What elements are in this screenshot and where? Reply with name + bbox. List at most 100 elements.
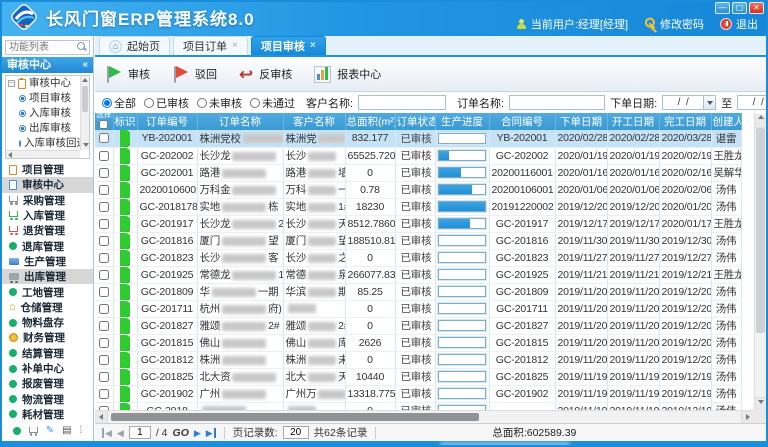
radio-3[interactable]: 未通过 — [250, 95, 295, 111]
logout-button[interactable]: 退出 — [720, 16, 758, 32]
radio-input[interactable] — [102, 98, 112, 108]
column-header-10[interactable]: 开工日期 — [607, 113, 659, 130]
row-checkbox[interactable] — [99, 253, 109, 263]
row-checkbox[interactable] — [99, 236, 109, 246]
radio-input[interactable] — [197, 98, 207, 108]
unapprove-button[interactable]: ↩反审核 — [239, 66, 292, 83]
close-icon[interactable]: × — [232, 41, 238, 51]
row-checkbox[interactable] — [99, 287, 109, 297]
table-row[interactable]: GC-202002长沙龙长沙65525.7200..已审核GC-20200220… — [95, 147, 741, 164]
sidebar-item-outbound-mgmt[interactable]: 出库管理 — [2, 269, 93, 284]
radio-1[interactable]: 已审核 — [144, 95, 189, 111]
table-row[interactable]: GC-201823长沙客长沙之..0已审核GC-2018232019/11/27… — [95, 249, 741, 266]
prev-page-button[interactable]: ◀ — [117, 428, 124, 438]
sidebar-item-purchase-mgmt[interactable]: 采购管理 — [2, 193, 93, 208]
table-horizontal-scrollbar[interactable] — [95, 410, 754, 423]
tree-expander-icon[interactable]: − — [8, 80, 15, 87]
approve-button[interactable]: 审核 — [105, 65, 150, 84]
table-vertical-scrollbar[interactable] — [754, 113, 766, 410]
more-icon[interactable]: ⁞ — [80, 426, 83, 436]
column-header-0[interactable]: 选择 — [95, 113, 113, 130]
sidebar-item-logistics-mgmt[interactable]: 物流管理 — [2, 391, 93, 406]
row-checkbox[interactable] — [99, 270, 109, 280]
table-row[interactable]: GC-201815佛山佛山库2626已审核GC-2018152019/11/20… — [95, 334, 741, 351]
row-checkbox[interactable] — [99, 151, 109, 161]
sidebar-item-warehouse-mgmt[interactable]: ⌂仓储管理 — [2, 300, 93, 315]
dot-icon[interactable] — [13, 427, 21, 435]
column-header-5[interactable]: 总面积(m²) — [345, 113, 395, 130]
table-row[interactable]: GC-201917长沙龙2#长沙天..8512.78600..已审核GC-201… — [95, 215, 741, 232]
table-row[interactable]: GC-20180已审核2019/11/192019/11/192019/12/1… — [95, 402, 741, 410]
row-checkbox[interactable] — [99, 202, 109, 212]
minimize-button[interactable]: — — [715, 2, 730, 14]
sidebar-item-finance-mgmt[interactable]: 财务管理 — [2, 330, 93, 345]
tab-project-orders[interactable]: 项目订单× — [173, 36, 248, 55]
radio-input[interactable] — [144, 98, 154, 108]
sidebar-item-project-mgmt[interactable]: 项目管理 — [2, 162, 93, 177]
table-row[interactable]: YB-202001株洲党校株洲党员..832.177已审核YB-20200120… — [95, 130, 741, 147]
order-date-to-input[interactable] — [737, 95, 766, 110]
scroll-thumb[interactable] — [756, 128, 765, 333]
column-header-1[interactable]: 标识 — [113, 113, 137, 130]
book-icon[interactable]: ▤ — [62, 426, 71, 436]
column-header-9[interactable]: 下单日期 — [555, 113, 607, 130]
sidebar-item-return-store-mgmt[interactable]: 退库管理 — [2, 238, 93, 253]
row-checkbox[interactable] — [99, 372, 109, 382]
next-page-button[interactable]: ▶ — [194, 428, 201, 438]
column-header-12[interactable]: 创建人 — [711, 113, 741, 130]
page-number-input[interactable] — [129, 426, 151, 439]
scroll-left-button[interactable] — [95, 411, 108, 423]
order-date-input[interactable] — [662, 95, 704, 110]
row-checkbox[interactable] — [99, 304, 109, 314]
change-password-button[interactable]: 修改密码 — [644, 16, 704, 32]
sidebar-item-audit-center[interactable]: 审核中心 — [2, 177, 93, 192]
pen-icon[interactable]: ✎ — [46, 426, 54, 436]
radio-input[interactable] — [250, 98, 260, 108]
scroll-thumb[interactable] — [111, 413, 479, 421]
tree-item-inbound-audit[interactable]: 入库审核 — [6, 106, 80, 121]
maximize-button[interactable]: ▢ — [732, 2, 747, 14]
table-row[interactable]: GC-201812株洲株洲未来0已审核GC-2018122019/11/2020… — [95, 351, 741, 368]
go-button[interactable]: GO — [173, 427, 189, 439]
tree-item-project-audit[interactable]: 项目审核 — [6, 91, 80, 106]
sidebar-panel-header[interactable]: 审核中心 « — [2, 57, 93, 73]
first-page-button[interactable]: ◀ — [102, 428, 112, 438]
sidebar-item-material-inventory[interactable]: 物料盘存 — [2, 315, 93, 330]
tab-project-audit[interactable]: 项目审核× — [251, 36, 326, 55]
radio-2[interactable]: 未审核 — [197, 95, 242, 111]
table-row[interactable]: GC-201825北大资北大天..10440已审核GC-2018252019/1… — [95, 368, 741, 385]
column-header-4[interactable]: 客户名称 — [283, 113, 345, 130]
tree-horizontal-scrollbar[interactable] — [6, 150, 80, 158]
column-header-2[interactable]: 订单编号 — [137, 113, 197, 130]
tree-item-outbound-audit[interactable]: 出库审核 — [6, 121, 80, 136]
sidebar-item-settlement-mgmt[interactable]: 结算管理 — [2, 346, 93, 361]
customer-name-input[interactable] — [358, 95, 446, 110]
scroll-down-button[interactable] — [755, 397, 766, 410]
sidebar-item-scrap-mgmt[interactable]: 报废管理 — [2, 376, 93, 391]
sidebar-item-supplement-center[interactable]: 补单中心 — [2, 361, 93, 376]
sidebar-item-inbound-mgmt[interactable]: 入库管理 — [2, 208, 93, 223]
order-name-input[interactable] — [509, 95, 605, 110]
row-checkbox[interactable] — [99, 219, 109, 229]
radio-0[interactable]: 全部 — [102, 95, 136, 111]
table-row[interactable]: 20200106001万科金万科一期0.78已审核202001060012020… — [95, 181, 741, 198]
column-header-7[interactable]: 生产进度 — [435, 113, 489, 130]
report-center-button[interactable]: 报表中心 — [314, 66, 381, 83]
cart-icon[interactable] — [29, 427, 38, 433]
row-checkbox[interactable] — [99, 168, 109, 178]
table-row[interactable]: GC-201809华一期华滨期85.25已审核GC-2018092019/11/… — [95, 283, 741, 300]
table-row[interactable]: GC-201827雅颂2#雅颂2#0已审核GC-2018272019/11/20… — [95, 317, 741, 334]
sidebar-item-consumables-mgmt[interactable]: 耗材管理 — [2, 407, 93, 421]
table-row[interactable]: GC-201925常德龙10常德泉..266077.835..已审核GC-201… — [95, 266, 741, 283]
last-page-button[interactable]: ▶ — [206, 428, 216, 438]
collapse-icon[interactable]: « — [82, 57, 88, 73]
tree-vertical-scrollbar[interactable] — [80, 76, 89, 150]
column-header-6[interactable]: 订单状态 — [395, 113, 435, 130]
sidebar-item-site-mgmt[interactable]: 工地管理 — [2, 284, 93, 299]
page-size-input[interactable] — [283, 426, 309, 439]
row-checkbox[interactable] — [99, 338, 109, 348]
row-checkbox[interactable] — [99, 355, 109, 365]
tree-item-inbound-audit-rollback[interactable]: 入库审核回退 — [6, 136, 80, 150]
tab-home[interactable]: ⌂起始页 — [99, 36, 170, 55]
table-row[interactable]: GC-201902广州广州万森林13318.775已审核GC-201902201… — [95, 385, 741, 402]
